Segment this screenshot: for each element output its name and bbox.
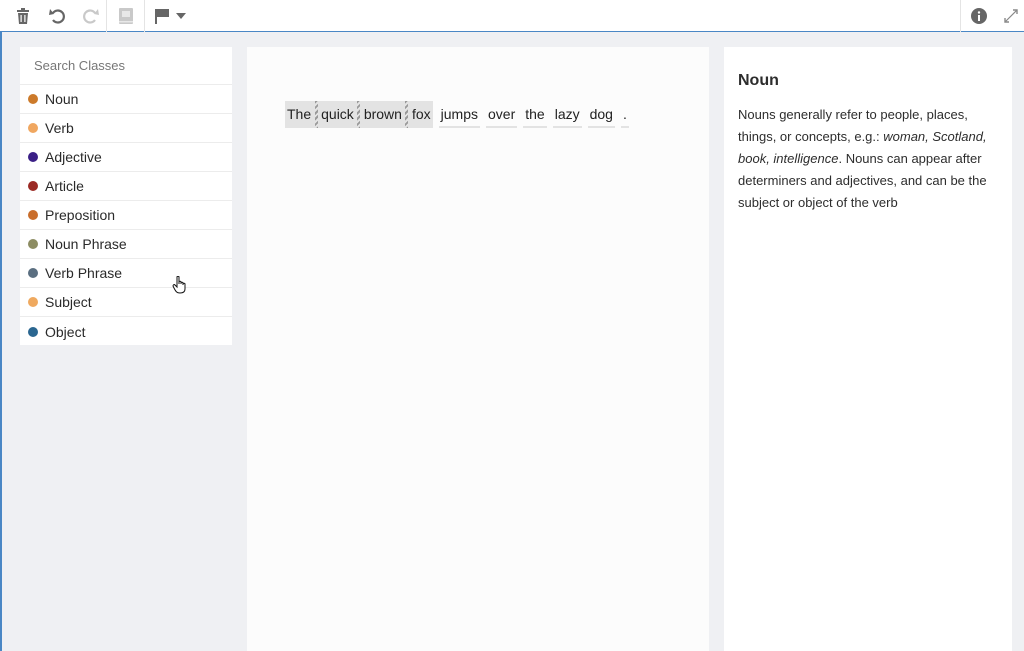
class-color-dot: [28, 152, 38, 162]
redo-icon[interactable]: [80, 6, 100, 26]
class-item[interactable]: Verb: [20, 114, 232, 143]
class-color-dot: [28, 239, 38, 249]
classes-panel: Noun Verb Adjective Article Preposition Noun …: [20, 47, 232, 345]
token-row: The quick brown fox jumps over the lazy dog.: [285, 101, 635, 129]
class-color-dot: [28, 326, 38, 337]
class-item[interactable]: Object: [20, 317, 232, 346]
class-label: Subject: [45, 294, 92, 310]
class-color-dot: [28, 268, 38, 278]
token[interactable]: over: [486, 101, 518, 128]
toolbar: [0, 0, 1024, 32]
info-description: Nouns generally refer to people, places,…: [738, 104, 1000, 214]
token[interactable]: quick: [319, 101, 356, 128]
class-label: Article: [45, 178, 84, 194]
token[interactable]: fox: [409, 101, 433, 128]
search-classes-input[interactable]: [20, 47, 232, 85]
token[interactable]: jumps: [438, 101, 480, 128]
class-label: Verb: [45, 120, 74, 136]
class-item[interactable]: Verb Phrase: [20, 259, 232, 288]
class-label: Verb Phrase: [45, 265, 123, 281]
class-color-dot: [28, 181, 38, 191]
token[interactable]: dog: [587, 101, 615, 128]
class-color-dot: [28, 123, 38, 133]
class-color-dot: [28, 94, 38, 104]
expand-icon[interactable]: [1002, 6, 1020, 26]
class-label: Adjective: [45, 149, 102, 165]
class-color-dot: [28, 210, 38, 220]
flag-icon[interactable]: [152, 6, 172, 26]
class-item[interactable]: Preposition: [20, 201, 232, 230]
joiner-hatch: [314, 101, 318, 128]
info-title: Noun: [738, 72, 779, 89]
class-list: Noun Verb Adjective Article Preposition Noun …: [20, 85, 232, 346]
trash-icon[interactable]: [14, 6, 32, 26]
class-label: Object: [45, 323, 86, 340]
class-item[interactable]: Article: [20, 172, 232, 201]
class-label: Noun Phrase: [45, 236, 127, 252]
token[interactable]: brown: [361, 101, 404, 128]
class-info-panel: Noun Nouns generally refer to people, pl…: [724, 47, 1012, 651]
undo-icon[interactable]: [48, 6, 68, 26]
toolbar-divider: [144, 0, 145, 32]
toolbar-divider: [106, 0, 107, 32]
annotation-editor: The quick brown fox jumps over the lazy dog.: [247, 47, 709, 651]
joiner-hatch: [405, 101, 409, 128]
class-item[interactable]: Noun: [20, 85, 232, 114]
book-icon[interactable]: [116, 6, 136, 26]
token[interactable]: The: [285, 101, 314, 128]
chevron-down-icon[interactable]: [175, 6, 187, 26]
token[interactable]: lazy: [552, 101, 582, 128]
token[interactable]: the: [523, 101, 547, 128]
toolbar-divider: [960, 0, 961, 32]
class-item[interactable]: Adjective: [20, 143, 232, 172]
class-label: Noun: [45, 91, 79, 107]
class-label: Preposition: [45, 207, 116, 223]
class-item[interactable]: Noun Phrase: [20, 230, 232, 259]
token[interactable]: .: [620, 101, 629, 128]
class-color-dot: [28, 297, 38, 307]
joiner-hatch: [357, 101, 361, 128]
class-item[interactable]: Subject: [20, 288, 232, 317]
hand-cursor-icon: [172, 275, 188, 299]
info-icon[interactable]: [969, 6, 989, 26]
